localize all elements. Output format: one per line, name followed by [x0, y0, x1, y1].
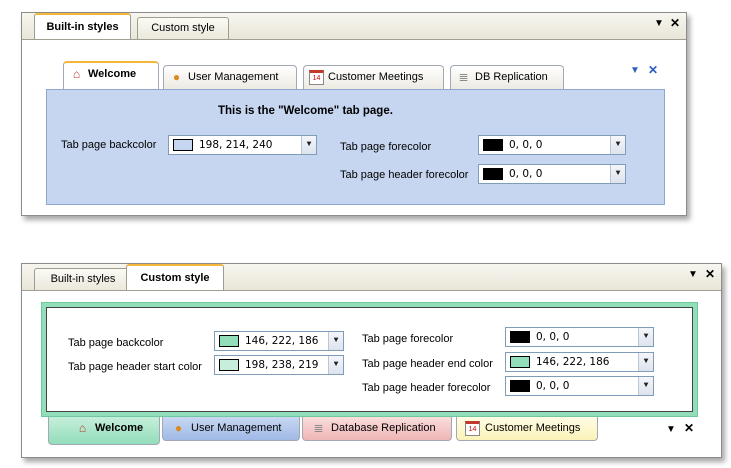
chevron-down-icon[interactable]: ▼ [328, 332, 343, 350]
header-end-color-swatch [510, 356, 530, 368]
chevron-down-icon[interactable]: ▼ [301, 136, 316, 154]
header-end-color-label: Tab page header end color [362, 358, 493, 370]
header-end-color-value: 146, 222, 186 [536, 356, 610, 368]
welcome-tab-page: This is the "Welcome" tab page. Tab page… [46, 89, 665, 205]
bottom-tab-database-replication[interactable]: ≣ Database Replication [302, 417, 452, 441]
backcolor-label: Tab page backcolor [68, 337, 164, 349]
chevron-down-icon[interactable]: ▼ [610, 136, 625, 154]
backcolor-swatch [173, 139, 193, 151]
forecolor-value: 0, 0, 0 [509, 139, 543, 151]
tab-built-in-styles[interactable]: Built-in styles [34, 268, 132, 290]
header-forecolor-label: Tab page header forecolor [340, 169, 469, 181]
chevron-down-icon[interactable]: ▼ [328, 356, 343, 374]
calendar-icon: 14 [465, 421, 480, 436]
inner-dropdown-pin-icon[interactable]: ▼ [630, 65, 640, 76]
header-end-color-picker[interactable]: 146, 222, 186 ▼ [505, 352, 654, 372]
inner-tab-db-replication-label: DB Replication [475, 71, 548, 83]
backcolor-picker[interactable]: 146, 222, 186 ▼ [214, 331, 344, 351]
header-forecolor-value: 0, 0, 0 [536, 380, 570, 392]
custom-tab-page-content: Tab page backcolor 146, 222, 186 ▼ Tab p… [46, 307, 693, 412]
header-forecolor-swatch [483, 168, 503, 180]
inner-tab-user-management[interactable]: ● User Management [163, 65, 297, 89]
inner-dropdown-pin-icon[interactable]: ▼ [666, 424, 676, 435]
header-start-color-swatch [219, 359, 239, 371]
calendar-icon: 14 [309, 70, 324, 85]
close-icon[interactable]: ✕ [705, 267, 715, 281]
inner-tab-customer-meetings[interactable]: 14 Customer Meetings [303, 65, 444, 89]
users-icon: ● [172, 70, 181, 84]
chevron-down-icon[interactable]: ▼ [638, 353, 653, 371]
forecolor-picker[interactable]: 0, 0, 0 ▼ [505, 327, 654, 347]
forecolor-swatch [510, 331, 530, 343]
bottom-tab-welcome-label: Welcome [95, 422, 144, 434]
database-icon: ≣ [458, 70, 469, 84]
inner-close-icon[interactable]: ✕ [648, 63, 658, 77]
dropdown-pin-icon[interactable]: ▼ [688, 269, 698, 280]
top-window-tabstrip: Built-in styles Custom style ▼ ✕ [22, 13, 686, 40]
backcolor-label: Tab page backcolor [61, 139, 157, 151]
close-icon[interactable]: ✕ [670, 16, 680, 30]
inner-tab-user-management-label: User Management [188, 71, 279, 83]
header-forecolor-value: 0, 0, 0 [509, 168, 543, 180]
home-icon: ⌂ [78, 421, 87, 435]
backcolor-value: 198, 214, 240 [199, 139, 273, 151]
inner-tab-customer-meetings-label: Customer Meetings [328, 71, 424, 83]
chevron-down-icon[interactable]: ▼ [638, 328, 653, 346]
top-window: Built-in styles Custom style ▼ ✕ ⌂ Welco… [21, 12, 687, 216]
bottom-tab-customer-meetings-label: Customer Meetings [485, 422, 581, 434]
header-forecolor-picker[interactable]: 0, 0, 0 ▼ [505, 376, 654, 396]
backcolor-picker[interactable]: 198, 214, 240 ▼ [168, 135, 317, 155]
custom-tab-page-frame: Tab page backcolor 146, 222, 186 ▼ Tab p… [41, 302, 698, 417]
chevron-down-icon[interactable]: ▼ [610, 165, 625, 183]
database-icon: ≣ [313, 421, 324, 435]
inner-tab-welcome-label: Welcome [88, 68, 137, 80]
dropdown-pin-icon[interactable]: ▼ [654, 18, 664, 29]
home-icon: ⌂ [72, 67, 81, 81]
bottom-tab-welcome[interactable]: ⌂ Welcome [48, 417, 160, 445]
forecolor-value: 0, 0, 0 [536, 331, 570, 343]
tab-custom-style[interactable]: Custom style [126, 264, 224, 290]
tab-custom-style[interactable]: Custom style [137, 17, 229, 39]
inner-close-icon[interactable]: ✕ [684, 421, 694, 435]
bottom-tab-database-replication-label: Database Replication [331, 422, 436, 434]
backcolor-swatch [219, 335, 239, 347]
bottom-tab-user-management-label: User Management [191, 422, 282, 434]
users-icon: ● [174, 421, 183, 435]
backcolor-value: 146, 222, 186 [245, 335, 319, 347]
chevron-down-icon[interactable]: ▼ [638, 377, 653, 395]
tab-built-in-styles[interactable]: Built-in styles [34, 13, 131, 39]
forecolor-label: Tab page forecolor [362, 333, 454, 345]
forecolor-picker[interactable]: 0, 0, 0 ▼ [478, 135, 626, 155]
page-heading: This is the "Welcome" tab page. [218, 105, 393, 117]
header-start-color-picker[interactable]: 198, 238, 219 ▼ [214, 355, 344, 375]
header-start-color-label: Tab page header start color [68, 361, 202, 373]
header-start-color-value: 198, 238, 219 [245, 359, 319, 371]
bottom-tab-user-management[interactable]: ● User Management [162, 417, 300, 441]
forecolor-label: Tab page forecolor [340, 141, 432, 153]
inner-tab-db-replication[interactable]: ≣ DB Replication [450, 65, 564, 89]
bottom-tab-customer-meetings[interactable]: 14 Customer Meetings [456, 417, 598, 441]
bottom-window-tabstrip: Built-in styles Custom style ▼ ✕ [22, 264, 721, 291]
bottom-window: Built-in styles Custom style ▼ ✕ Tab pag… [21, 263, 722, 458]
header-forecolor-label: Tab page header forecolor [362, 382, 491, 394]
forecolor-swatch [483, 139, 503, 151]
header-forecolor-swatch [510, 380, 530, 392]
inner-tab-welcome[interactable]: ⌂ Welcome [63, 61, 159, 89]
header-forecolor-picker[interactable]: 0, 0, 0 ▼ [478, 164, 626, 184]
